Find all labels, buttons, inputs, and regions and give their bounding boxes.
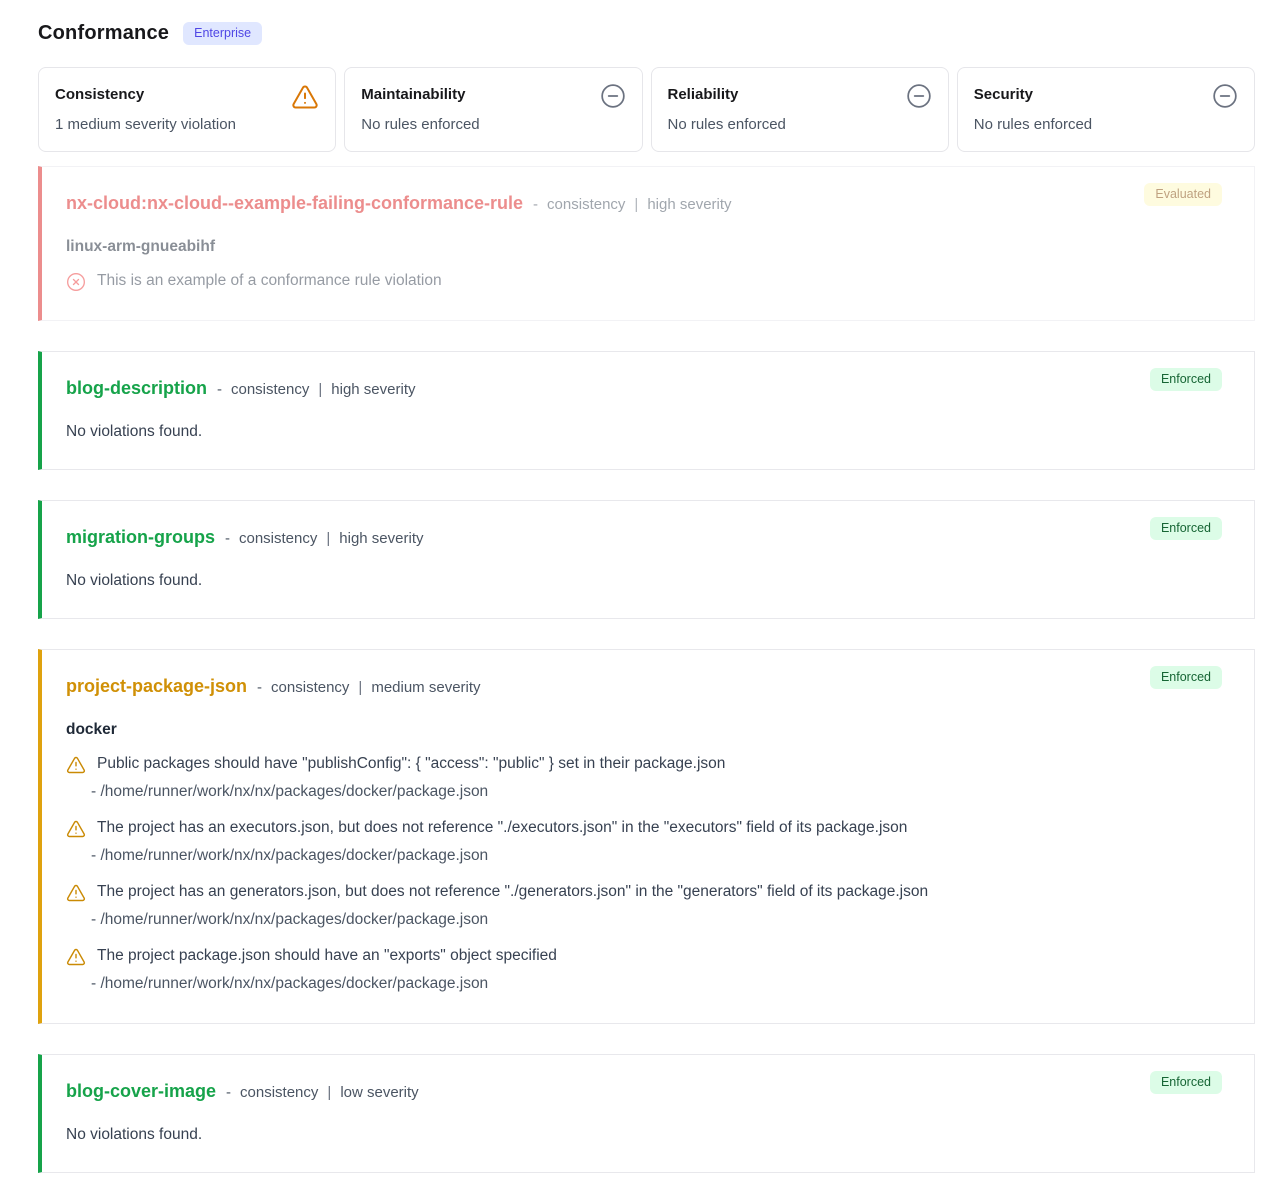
page-header: Conformance Enterprise <box>38 22 1255 45</box>
summary-card-reliability: Reliability No rules enforced <box>651 67 949 152</box>
summary-card-top: Reliability <box>668 83 932 109</box>
rule-category: consistency <box>240 1084 318 1101</box>
violation-path: - /home/runner/work/nx/nx/packages/docke… <box>91 781 1222 803</box>
minus-circle-icon <box>1212 83 1238 109</box>
minus-circle-icon <box>906 83 932 109</box>
meta-pipe: | <box>326 530 330 547</box>
rule-card-example-failing-conformance-rule: Evaluated nx-cloud:nx-cloud--example-fai… <box>38 166 1255 321</box>
rule-title-row: migration-groups - consistency | high se… <box>66 527 1222 548</box>
violation-group: The project has an generators.json, but … <box>66 881 1222 931</box>
warning-triangle-icon <box>66 819 86 839</box>
rule-meta: - consistency | low severity <box>226 1084 419 1101</box>
rule-severity: low severity <box>340 1084 418 1101</box>
status-badge-enforced: Enforced <box>1150 1071 1222 1094</box>
meta-dash: - <box>226 1084 231 1101</box>
meta-pipe: | <box>634 196 638 213</box>
rule-meta: - consistency | medium severity <box>257 679 480 696</box>
warning-triangle-icon <box>291 83 319 111</box>
summary-card-top: Maintainability <box>361 83 625 109</box>
violation-path: - /home/runner/work/nx/nx/packages/docke… <box>91 909 1222 931</box>
violation-row: The project has an executors.json, but d… <box>66 817 1222 839</box>
violation-row: Public packages should have "publishConf… <box>66 753 1222 775</box>
summary-card-maintainability: Maintainability No rules enforced <box>344 67 642 152</box>
rule-meta: - consistency | high severity <box>217 381 416 398</box>
status-badge-evaluated: Evaluated <box>1144 183 1222 206</box>
violation-message: This is an example of a conformance rule… <box>97 270 442 292</box>
meta-pipe: | <box>327 1084 331 1101</box>
rule-meta: - consistency | high severity <box>225 530 424 547</box>
no-violations-text: No violations found. <box>66 423 1222 441</box>
rule-category: consistency <box>231 381 309 398</box>
rule-category: consistency <box>271 679 349 696</box>
summary-card-status: No rules enforced <box>361 116 625 133</box>
violation-path: - /home/runner/work/nx/nx/packages/docke… <box>91 845 1222 867</box>
violation-message: Public packages should have "publishConf… <box>97 753 725 775</box>
rule-meta: - consistency | high severity <box>533 196 732 213</box>
violation-group: The project package.json should have an … <box>66 945 1222 995</box>
summary-card-title: Consistency <box>55 83 144 103</box>
summary-card-security: Security No rules enforced <box>957 67 1255 152</box>
summary-card-status: No rules enforced <box>668 116 932 133</box>
rule-title-row: blog-description - consistency | high se… <box>66 378 1222 399</box>
rule-name-link[interactable]: project-package-json <box>66 676 247 697</box>
rule-name-link[interactable]: migration-groups <box>66 527 215 548</box>
violation-message: The project package.json should have an … <box>97 945 557 967</box>
warning-triangle-icon <box>66 755 86 775</box>
status-badge-enforced: Enforced <box>1150 517 1222 540</box>
status-badge-enforced: Enforced <box>1150 666 1222 689</box>
warning-triangle-icon <box>66 947 86 967</box>
summary-card-title: Reliability <box>668 83 739 103</box>
violation-group: The project has an executors.json, but d… <box>66 817 1222 867</box>
rule-card-blog-cover-image: Enforced blog-cover-image - consistency … <box>38 1054 1255 1173</box>
summary-card-status: No rules enforced <box>974 116 1238 133</box>
page-title: Conformance <box>38 22 169 45</box>
meta-pipe: | <box>318 381 322 398</box>
rule-name-link[interactable]: nx-cloud:nx-cloud--example-failing-confo… <box>66 193 523 214</box>
summary-cards-row: Consistency 1 medium severity violation … <box>38 67 1255 152</box>
rule-severity: medium severity <box>371 679 480 696</box>
summary-card-top: Consistency <box>55 83 319 111</box>
status-badge-enforced: Enforced <box>1150 368 1222 391</box>
rule-name-link[interactable]: blog-cover-image <box>66 1081 216 1102</box>
violation-message: The project has an generators.json, but … <box>97 881 928 903</box>
summary-card-consistency: Consistency 1 medium severity violation <box>38 67 336 152</box>
violation-row: The project has an generators.json, but … <box>66 881 1222 903</box>
summary-card-status: 1 medium severity violation <box>55 116 319 133</box>
rule-title-row: project-package-json - consistency | med… <box>66 676 1222 697</box>
rule-title-row: blog-cover-image - consistency | low sev… <box>66 1081 1222 1102</box>
violation-path: - /home/runner/work/nx/nx/packages/docke… <box>91 973 1222 995</box>
summary-card-title: Security <box>974 83 1033 103</box>
rule-title-row: nx-cloud:nx-cloud--example-failing-confo… <box>66 193 1222 214</box>
violation-row: The project package.json should have an … <box>66 945 1222 967</box>
rule-category: consistency <box>547 196 625 213</box>
summary-card-title: Maintainability <box>361 83 465 103</box>
summary-card-top: Security <box>974 83 1238 109</box>
rule-card-project-package-json: Enforced project-package-json - consiste… <box>38 649 1255 1024</box>
project-name: linux-arm-gnueabihf <box>66 238 1222 256</box>
rule-category: consistency <box>239 530 317 547</box>
meta-dash: - <box>257 679 262 696</box>
violation-group: Public packages should have "publishConf… <box>66 753 1222 803</box>
minus-circle-icon <box>600 83 626 109</box>
rule-card-migration-groups: Enforced migration-groups - consistency … <box>38 500 1255 619</box>
rule-severity: high severity <box>647 196 731 213</box>
warning-triangle-icon <box>66 883 86 903</box>
meta-dash: - <box>217 381 222 398</box>
no-violations-text: No violations found. <box>66 1126 1222 1144</box>
meta-pipe: | <box>358 679 362 696</box>
rule-card-blog-description: Enforced blog-description - consistency … <box>38 351 1255 470</box>
violation-row: This is an example of a conformance rule… <box>66 270 1222 292</box>
rule-severity: high severity <box>331 381 415 398</box>
violation-message: The project has an executors.json, but d… <box>97 817 907 839</box>
project-name: docker <box>66 721 1222 739</box>
circle-x-icon <box>66 272 86 292</box>
enterprise-badge: Enterprise <box>183 22 262 45</box>
meta-dash: - <box>533 196 538 213</box>
no-violations-text: No violations found. <box>66 572 1222 590</box>
rule-name-link[interactable]: blog-description <box>66 378 207 399</box>
conformance-page: Conformance Enterprise Consistency 1 med… <box>0 0 1287 1173</box>
meta-dash: - <box>225 530 230 547</box>
rule-severity: high severity <box>339 530 423 547</box>
